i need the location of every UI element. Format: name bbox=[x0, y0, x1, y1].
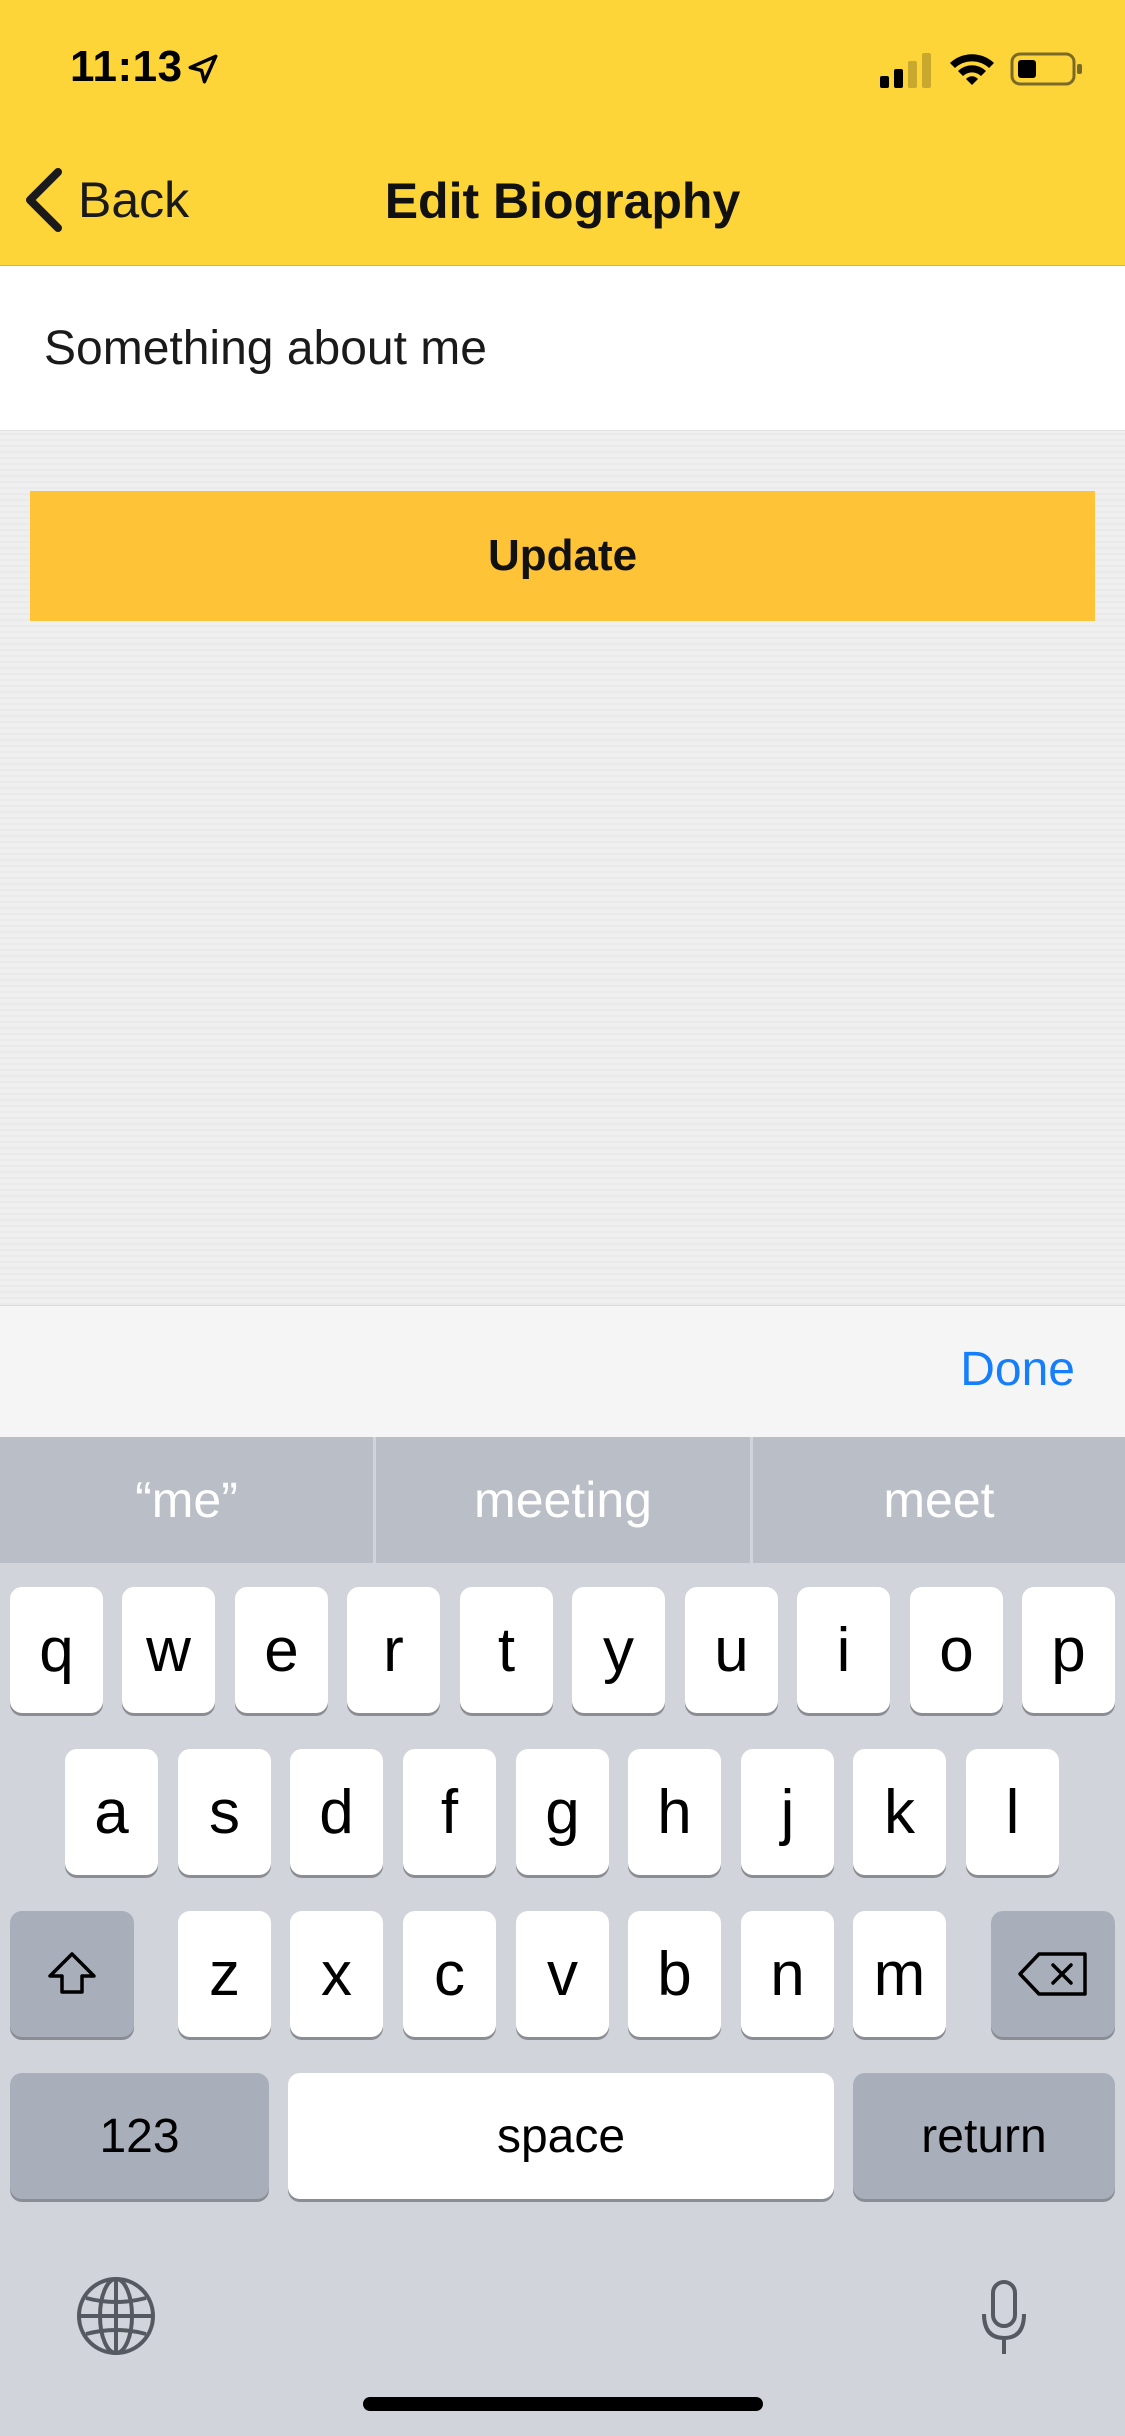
key-k[interactable]: k bbox=[853, 1749, 946, 1875]
done-button[interactable]: Done bbox=[960, 1342, 1075, 1397]
key-r[interactable]: r bbox=[347, 1587, 440, 1713]
location-arrow-icon bbox=[188, 54, 218, 84]
biography-input-row bbox=[0, 266, 1125, 431]
key-f[interactable]: f bbox=[403, 1749, 496, 1875]
battery-icon bbox=[1010, 52, 1082, 86]
keyboard-accessory-bar bbox=[0, 1305, 1125, 1438]
key-g[interactable]: g bbox=[516, 1749, 609, 1875]
key-a[interactable]: a bbox=[65, 1749, 158, 1875]
key-e[interactable]: e bbox=[235, 1587, 328, 1713]
prediction-item[interactable]: “me” bbox=[0, 1437, 373, 1563]
globe-icon[interactable] bbox=[74, 2274, 158, 2358]
key-c[interactable]: c bbox=[403, 1911, 496, 2037]
cellular-signal-icon bbox=[880, 53, 931, 88]
key-v[interactable]: v bbox=[516, 1911, 609, 2037]
key-t[interactable]: t bbox=[460, 1587, 553, 1713]
key-q[interactable]: q bbox=[10, 1587, 103, 1713]
microphone-icon[interactable] bbox=[980, 2280, 1028, 2358]
key-o[interactable]: o bbox=[910, 1587, 1003, 1713]
prediction-item[interactable]: meet bbox=[753, 1437, 1125, 1563]
key-h[interactable]: h bbox=[628, 1749, 721, 1875]
key-p[interactable]: p bbox=[1022, 1587, 1115, 1713]
key-x[interactable]: x bbox=[290, 1911, 383, 2037]
delete-key[interactable] bbox=[991, 1911, 1115, 2037]
page-title: Edit Biography bbox=[384, 173, 741, 229]
key-i[interactable]: i bbox=[797, 1587, 890, 1713]
return-key[interactable]: return bbox=[853, 2073, 1115, 2199]
space-key[interactable]: space bbox=[288, 2073, 834, 2199]
key-s[interactable]: s bbox=[178, 1749, 271, 1875]
key-z[interactable]: z bbox=[178, 1911, 271, 2037]
key-n[interactable]: n bbox=[741, 1911, 834, 2037]
home-indicator[interactable] bbox=[363, 2397, 763, 2411]
prediction-item[interactable]: meeting bbox=[376, 1437, 750, 1563]
shift-icon bbox=[48, 1952, 96, 1994]
biography-input[interactable] bbox=[44, 306, 1084, 390]
key-l[interactable]: l bbox=[966, 1749, 1059, 1875]
key-d[interactable]: d bbox=[290, 1749, 383, 1875]
update-button[interactable]: Update bbox=[30, 491, 1095, 621]
shift-key[interactable] bbox=[10, 1911, 134, 2037]
key-u[interactable]: u bbox=[685, 1587, 778, 1713]
wifi-icon bbox=[950, 54, 994, 85]
key-j[interactable]: j bbox=[741, 1749, 834, 1875]
status-time: 11:13 bbox=[70, 42, 183, 91]
key-y[interactable]: y bbox=[572, 1587, 665, 1713]
key-b[interactable]: b bbox=[628, 1911, 721, 2037]
numbers-key[interactable]: 123 bbox=[10, 2073, 269, 2199]
delete-backspace-icon bbox=[1018, 1952, 1087, 1996]
key-w[interactable]: w bbox=[122, 1587, 215, 1713]
key-m[interactable]: m bbox=[853, 1911, 946, 2037]
